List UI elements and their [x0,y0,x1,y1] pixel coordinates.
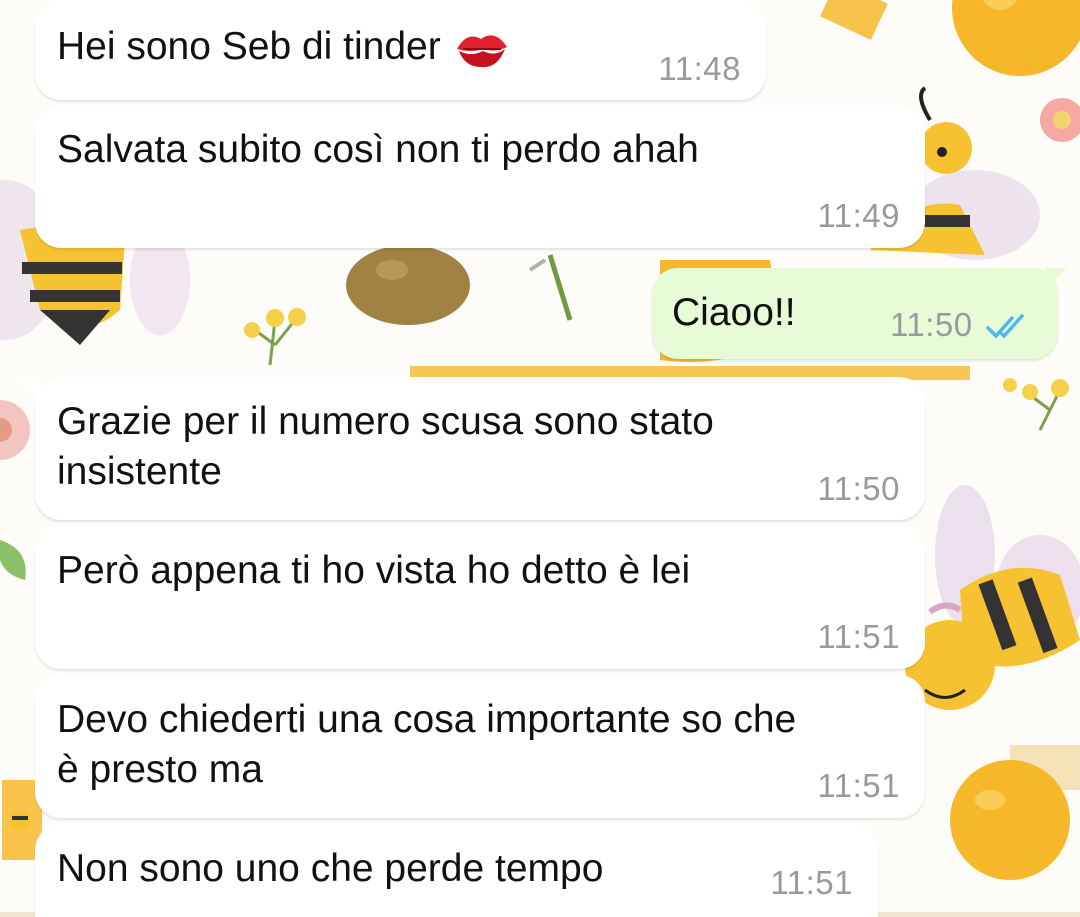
kiss-mark-icon [456,35,507,67]
message-time: 11:50 [817,470,900,507]
message-text: Non sono uno che perde tempo [57,847,604,890]
message-time: 11:50 [890,306,973,343]
message-bubble-incoming[interactable]: Devo chiederti una cosa importante so ch… [35,675,925,818]
message-text: Hei sono Seb di tinder [57,22,511,72]
message-bubble-incoming[interactable]: Non sono uno che perde tempo 11:51 [35,824,878,917]
message-time: 11:48 [658,50,741,87]
message-bubble-incoming[interactable]: Però appena ti ho vista ho detto è lei 1… [35,526,925,669]
message-text: Devo chiederti una cosa importante so ch… [57,698,797,791]
message-time: 11:49 [817,197,900,234]
message-bubble-outgoing[interactable]: Ciaoo!! 11:50 [652,268,1058,359]
message-text: Grazie per il numero scusa sono stato in… [57,400,714,493]
message-text-content: Hei sono Seb di tinder [57,25,441,68]
message-text: Salvata subito così non ti perdo ahah [57,128,699,171]
message-time: 11:51 [817,618,900,655]
message-text: Ciaoo!! [672,291,796,334]
message-time: 11:51 [770,864,853,901]
message-time: 11:51 [817,767,900,804]
message-bubble-incoming[interactable]: Grazie per il numero scusa sono stato in… [35,377,925,520]
message-text: Però appena ti ho vista ho detto è lei [57,549,691,592]
honey-drop-icon [346,245,470,325]
message-bubble-incoming[interactable]: Salvata subito così non ti perdo ahah 11… [35,105,925,248]
message-bubble-incoming[interactable]: Hei sono Seb di tinder 11:48 [35,0,766,100]
read-receipt-icon [986,314,1024,339]
